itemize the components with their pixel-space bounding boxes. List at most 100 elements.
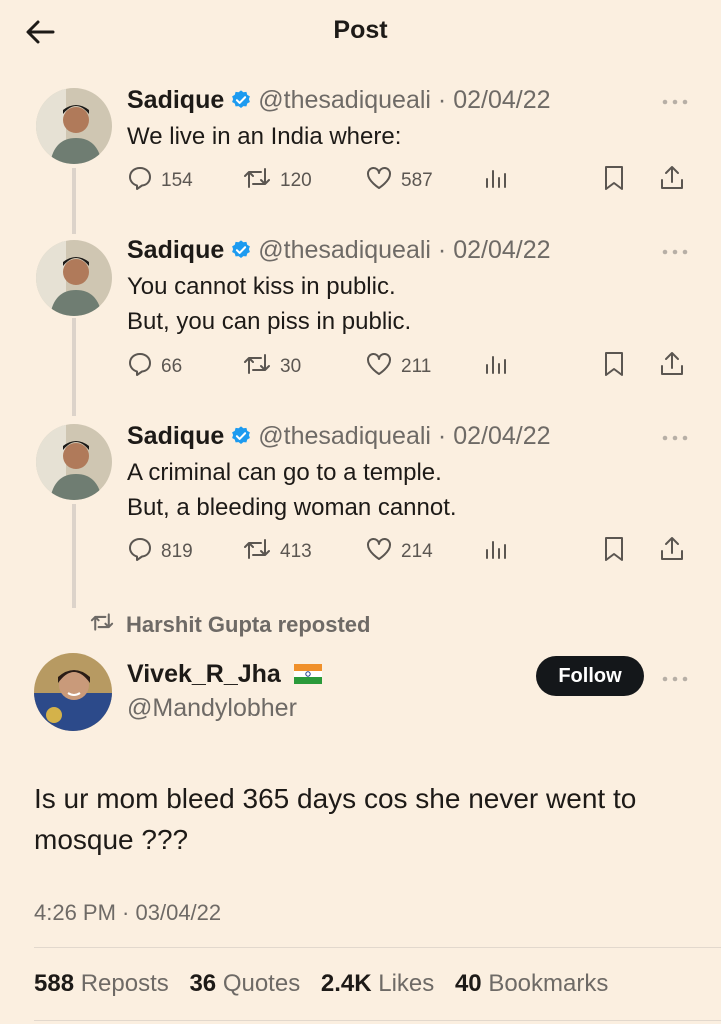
post-text-line: We live in an India where: [127,123,402,150]
top-bar: Post [0,0,721,64]
views-button[interactable] [483,164,517,198]
engagement-stats: 588 Reposts 36 Quotes 2.4K Likes 40 Book… [34,970,622,998]
repost-count: 30 [280,356,302,377]
author-handle[interactable]: @Mandylobher [127,694,297,722]
post-text-line: mosque ??? [34,824,189,855]
repost-button[interactable]: 120 [242,164,312,198]
post-text: Is ur mom bleed 365 days cos she never w… [34,778,704,860]
stat-value: 2.4K [320,970,372,997]
separator-dot: · [430,422,454,450]
action-bar: 819 413 214 [127,535,697,569]
heart-icon [365,351,401,383]
share-button[interactable] [659,164,693,198]
more-options-icon[interactable] [660,94,690,105]
reply-button[interactable]: 154 [127,164,193,198]
reply-count: 66 [161,356,183,377]
author-handle[interactable]: @thesadiqueali [258,422,431,450]
repost-attribution[interactable]: Harshit Gupta reposted [88,611,370,639]
stat-label: Quotes [222,970,301,997]
reply-icon [127,536,161,568]
like-count: 214 [401,541,433,562]
action-bar: 66 30 211 [127,350,697,384]
avatar[interactable] [36,424,112,500]
reply-button[interactable]: 819 [127,535,193,569]
stat-bookmarks[interactable]: 40 Bookmarks [455,970,622,997]
author-name[interactable]: Sadique [127,86,224,114]
thread-connector [72,168,76,234]
author-name[interactable]: Vivek_R_Jha [127,660,281,688]
reply-button[interactable]: 66 [127,350,182,384]
stat-label: Bookmarks [488,970,609,997]
share-icon [659,535,693,569]
post-meta: Sadique @thesadiqueali · 02/04/22 [127,236,551,268]
page-title: Post [333,16,388,44]
post-meta: Sadique @thesadiqueali · 02/04/22 [127,86,551,118]
like-button[interactable]: 214 [365,535,433,569]
bookmark-button[interactable] [602,535,634,569]
bookmark-icon [602,164,634,198]
reply-icon [127,165,161,197]
avatar[interactable] [36,88,112,164]
verified-badge-icon [230,425,252,454]
post-date: 02/04/22 [453,236,551,264]
author-name[interactable]: Sadique [127,236,224,264]
avatar[interactable] [36,240,112,316]
stat-label: Likes [378,970,435,997]
repost-button[interactable]: 413 [242,535,312,569]
repost-button[interactable]: 30 [242,350,301,384]
post-date: 02/04/22 [453,86,551,114]
bookmark-button[interactable] [602,350,634,384]
bookmark-icon [602,350,634,384]
reply-count: 154 [161,170,193,191]
share-button[interactable] [659,535,693,569]
repost-icon [242,165,280,197]
repost-count: 120 [280,170,312,191]
stat-reposts[interactable]: 588 Reposts [34,970,183,997]
divider [34,1020,721,1021]
post-meta: Sadique @thesadiqueali · 02/04/22 [127,422,551,454]
views-button[interactable] [483,535,517,569]
divider [34,947,721,948]
analytics-icon [483,351,517,383]
separator-dot: · [430,86,454,114]
reply-count: 819 [161,541,193,562]
separator-dot: · [430,236,454,264]
author-handle[interactable]: @thesadiqueali [258,236,431,264]
thread-connector [72,318,76,416]
india-flag-icon [293,662,322,691]
stat-likes[interactable]: 2.4K Likes [321,970,448,997]
like-count: 587 [401,170,433,191]
views-button[interactable] [483,350,517,384]
post-text-line: But, you can piss in public. [127,308,412,335]
post-text-line: A criminal can go to a temple. [127,459,442,486]
stat-quotes[interactable]: 36 Quotes [189,970,314,997]
post-time: 4:26 PM [34,900,116,925]
repost-icon [242,536,280,568]
author-handle[interactable]: @thesadiqueali [258,86,431,114]
avatar[interactable] [34,653,112,731]
share-icon [659,164,693,198]
follow-button[interactable]: Follow [536,656,644,696]
share-button[interactable] [659,350,693,384]
repost-note-text: Harshit Gupta reposted [126,612,371,637]
like-button[interactable]: 211 [365,350,431,384]
repost-count: 413 [280,541,312,562]
more-options-icon[interactable] [660,430,690,441]
action-bar: 154 120 587 [127,164,697,198]
repost-icon [88,611,126,639]
post-text-line: You cannot kiss in public. [127,273,396,300]
post-meta: Vivek_R_Jha [127,660,322,691]
more-options-icon[interactable] [660,671,690,682]
bookmark-button[interactable] [602,164,634,198]
more-options-icon[interactable] [660,244,690,255]
post-meta-handle: @Mandylobher [127,694,297,723]
thread-connector [72,504,76,608]
analytics-icon [483,536,517,568]
post-text: A criminal can go to a temple. But, a bl… [127,455,457,525]
post-date: 03/04/22 [135,900,222,925]
post-timestamp[interactable]: 4:26 PM · 03/04/22 [34,900,221,926]
like-button[interactable]: 587 [365,164,433,198]
reply-icon [127,351,161,383]
stat-value: 36 [189,970,217,997]
author-name[interactable]: Sadique [127,422,224,450]
